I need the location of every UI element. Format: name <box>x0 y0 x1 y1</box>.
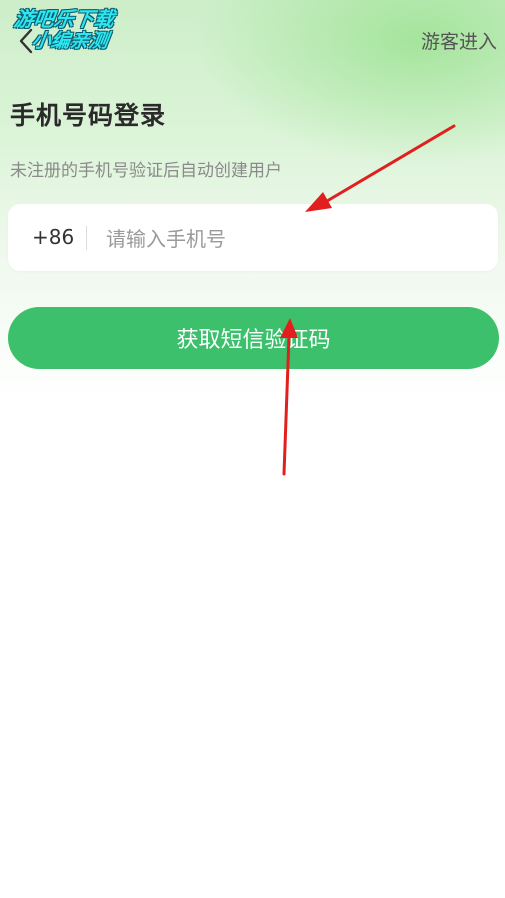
chevron-left-icon[interactable] <box>14 26 40 56</box>
phone-number-input[interactable] <box>104 218 488 260</box>
page-title: 手机号码登录 <box>10 101 167 130</box>
divider <box>86 226 87 250</box>
get-sms-code-button[interactable]: 获取短信验证码 <box>8 307 499 369</box>
country-code[interactable]: +86 <box>32 225 74 249</box>
guest-entry-link[interactable]: 游客进入 <box>421 27 497 54</box>
phone-input-box: +86 <box>8 204 498 271</box>
page-subtitle: 未注册的手机号验证后自动创建用户 <box>10 161 282 181</box>
